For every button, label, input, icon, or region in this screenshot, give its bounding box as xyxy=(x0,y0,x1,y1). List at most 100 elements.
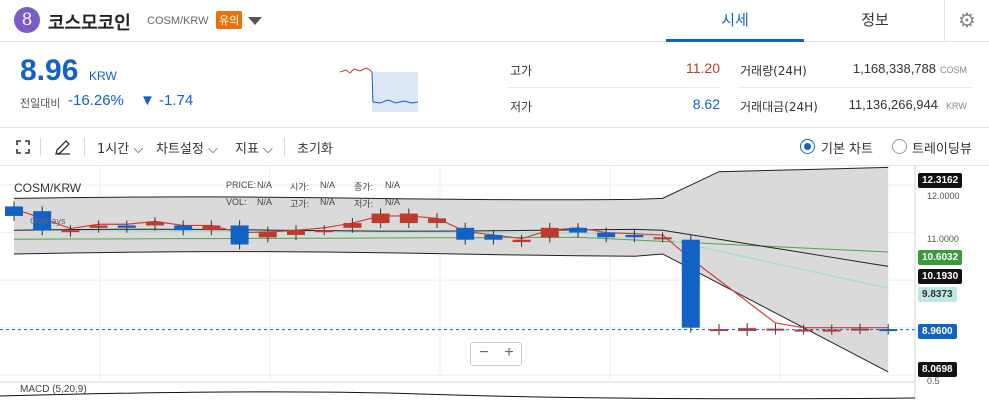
interval-label: 1시간 xyxy=(97,142,130,157)
candle xyxy=(456,227,475,240)
candle xyxy=(822,329,841,332)
zoom-out-button[interactable]: − xyxy=(472,344,496,362)
candle xyxy=(794,329,813,332)
ohlc-high-label: 고가: xyxy=(290,199,310,209)
candle xyxy=(597,232,616,238)
tab-info[interactable]: 정보 xyxy=(806,0,944,42)
toolbar-divider xyxy=(40,138,41,156)
reset-button[interactable]: 초기화 xyxy=(297,138,333,157)
candle xyxy=(117,225,136,228)
volume-unit: COSM xyxy=(940,65,967,75)
stat-divider xyxy=(738,87,972,88)
header-divider xyxy=(944,0,945,42)
chart-settings-select[interactable]: 차트설정 ⌵ xyxy=(156,138,218,157)
coin-pair: COSM/KRW xyxy=(147,15,209,27)
ohlc-price-value: N/A xyxy=(257,180,273,190)
macd-line xyxy=(0,391,916,400)
ohlc-vol-value: N/A xyxy=(257,197,273,207)
ohlc-close-value: N/A xyxy=(385,180,401,190)
tradingview-label[interactable]: 트레이딩뷰 xyxy=(912,138,972,157)
low-value: 8.62 xyxy=(692,96,720,112)
candle xyxy=(653,237,672,240)
low-label: 저가 xyxy=(510,100,533,114)
mini-price-chart xyxy=(340,67,418,112)
change-amount: ▼ -1.74 xyxy=(140,92,194,109)
warning-badge: 유의 xyxy=(216,11,243,29)
candle xyxy=(428,218,446,224)
candle xyxy=(202,225,221,231)
bb-upper-tag: 12.3162 xyxy=(918,173,963,188)
amount-value: 11,136,266,944 xyxy=(848,97,938,112)
chevron-down-icon: ⌵ xyxy=(258,142,273,157)
chart-settings-label: 차트설정 xyxy=(156,142,204,157)
axis-tick-label: 11.0000 xyxy=(927,234,959,244)
ohlc-close-label: 종가: xyxy=(354,182,374,192)
ohlc-price-label: PRICE: xyxy=(226,180,257,190)
candle xyxy=(540,227,559,238)
candle xyxy=(484,234,503,240)
high-label: 고가 xyxy=(510,64,533,78)
bollinger-band-area xyxy=(14,167,889,372)
axis-tick-label: 0.5 xyxy=(927,376,940,386)
stat-divider xyxy=(508,87,720,88)
candle xyxy=(61,230,80,233)
ohlc-high-value: N/A xyxy=(320,197,336,207)
basic-chart-radio[interactable] xyxy=(800,139,815,154)
change-label: 전일대비 xyxy=(20,97,61,110)
indicators-label: 지표 xyxy=(235,142,259,157)
candle xyxy=(512,239,531,243)
candle xyxy=(287,230,305,235)
ohlc-open-label: 시가: xyxy=(290,182,310,192)
chevron-down-icon: ⌵ xyxy=(203,142,218,157)
ohlc-open-value: N/A xyxy=(320,180,336,190)
chart-toolbar: 1시간 ⌵ 차트설정 ⌵ 지표 ⌵ 초기화 기본 차트 트레이딩뷰 xyxy=(0,128,989,166)
ma-green-tag: 10.6032 xyxy=(918,250,963,265)
indicators-select[interactable]: 지표 ⌵ xyxy=(235,138,273,157)
candle xyxy=(146,222,164,226)
basic-chart-label[interactable]: 기본 차트 xyxy=(821,138,873,157)
zoom-control: − + xyxy=(470,342,522,366)
ohlc-low-value: N/A xyxy=(385,197,401,207)
amount-label: 거래대금(24H) xyxy=(740,100,818,114)
candle xyxy=(258,231,277,238)
volume-value: 1,168,338,788 xyxy=(852,61,936,76)
tradingview-radio[interactable] xyxy=(892,139,907,154)
candle xyxy=(5,206,23,216)
price-chart[interactable]: COSM/KRW Overlays PRICE: N/A 시가: N/A 종가:… xyxy=(0,166,989,400)
change-rate: -16.26% xyxy=(68,92,124,109)
candle xyxy=(371,213,390,224)
bb-lower-tag: 8.0698 xyxy=(918,362,957,377)
coin-dropdown-caret-icon[interactable] xyxy=(248,17,262,25)
gear-icon[interactable]: ⚙ xyxy=(958,8,976,33)
overlays-label[interactable]: Overlays xyxy=(30,216,66,226)
toolbar-divider xyxy=(84,138,85,156)
high-value: 11.20 xyxy=(686,60,720,76)
current-price-tag: 8.9600 xyxy=(918,324,957,339)
candle xyxy=(625,234,644,238)
chevron-down-icon: ⌵ xyxy=(129,142,144,157)
coin-name: 코스모코인 xyxy=(48,13,131,34)
zoom-in-button[interactable]: + xyxy=(497,344,521,362)
fullscreen-icon[interactable] xyxy=(16,140,30,154)
candle xyxy=(230,225,249,245)
candle xyxy=(174,225,193,231)
ma-teal-tag: 9.8373 xyxy=(918,287,957,302)
axis-tick-label: 12.0000 xyxy=(927,191,960,201)
bb-mid-tag: 10.1930 xyxy=(918,269,963,284)
amount-unit: KRW xyxy=(946,101,967,111)
candle xyxy=(343,223,362,228)
volume-label: 거래량(24H) xyxy=(740,64,807,78)
candle xyxy=(399,213,418,224)
candle xyxy=(710,329,728,332)
price-unit: KRW xyxy=(89,69,117,83)
ohlc-low-label: 저가: xyxy=(354,199,374,209)
ohlc-vol-label: VOL: xyxy=(226,197,247,207)
pencil-icon[interactable] xyxy=(54,139,71,156)
candle xyxy=(315,230,334,233)
candle xyxy=(681,239,700,328)
macd-label: MACD (5,20,9) xyxy=(20,384,87,395)
tab-price[interactable]: 시세 xyxy=(666,0,804,42)
price-summary: 8.96 KRW 전일대비 -16.26% ▼ -1.74 고가 11.20 저… xyxy=(0,42,989,128)
interval-select[interactable]: 1시간 ⌵ xyxy=(97,138,143,157)
chart-symbol: COSM/KRW xyxy=(14,181,82,195)
